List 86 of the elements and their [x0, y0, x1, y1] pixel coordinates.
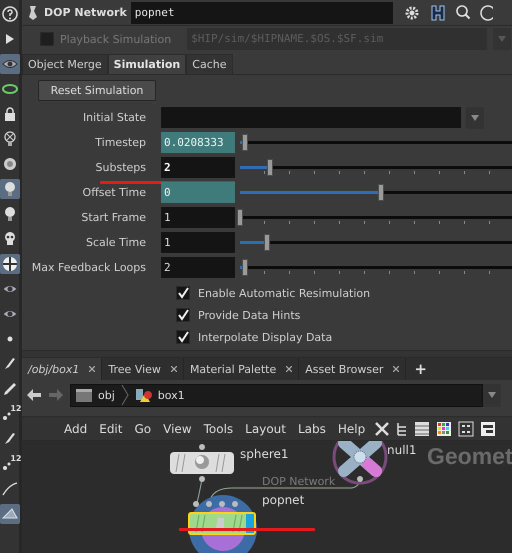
pen-icon[interactable] [2, 381, 18, 397]
menu-field[interactable] [161, 107, 461, 128]
menu-item[interactable]: View [157, 422, 198, 436]
checkbox-label: Enable Automatic Resimulation [198, 286, 370, 300]
menu-item[interactable]: Edit [93, 422, 128, 436]
curve-icon[interactable] [2, 481, 18, 497]
parameter-label: Scale Time [84, 236, 147, 249]
node-type-label: DOP Network [262, 475, 336, 488]
slider-thumb[interactable] [378, 184, 384, 201]
menu-item[interactable]: Layout [239, 422, 292, 436]
close-icon[interactable] [286, 366, 292, 372]
checkbox-label: Interpolate Display Data [198, 330, 332, 344]
back-arrow-icon[interactable] [26, 388, 42, 402]
value-field[interactable]: 2 [161, 157, 235, 178]
count-label: 12 [10, 454, 22, 463]
parameter-label: Offset Time [82, 186, 147, 199]
slider[interactable] [240, 157, 512, 178]
path-crumb[interactable]: obj [98, 388, 115, 402]
slider[interactable] [240, 232, 512, 253]
help-icon[interactable] [2, 6, 18, 22]
menu-item[interactable]: Help [332, 422, 372, 436]
slider[interactable] [240, 257, 512, 278]
slider[interactable] [240, 132, 512, 153]
checkbox[interactable] [176, 308, 190, 322]
parameter-label: Initial State [82, 111, 147, 124]
close-icon[interactable] [393, 366, 400, 372]
context-label: Geomet [427, 443, 512, 470]
tab[interactable]: Object Merge [22, 54, 108, 74]
checkbox[interactable] [176, 286, 190, 300]
path-crumb[interactable]: box1 [158, 388, 185, 402]
value-field[interactable]: 2 [161, 257, 235, 278]
clapperboard-icon [75, 387, 93, 403]
node-name-field[interactable]: popnet [130, 2, 393, 24]
value-field[interactable]: 1 [161, 207, 235, 228]
parameter-label: Substeps [94, 161, 147, 174]
slider[interactable] [240, 207, 512, 228]
node-name: popnet [262, 493, 304, 507]
slider[interactable] [240, 182, 512, 203]
parameter-label: Start Frame [80, 211, 147, 224]
slider-thumb[interactable] [242, 259, 248, 276]
menu-item[interactable]: Add [58, 422, 94, 436]
search-icon[interactable] [454, 4, 471, 22]
ball-icon[interactable] [2, 256, 18, 272]
checkbox-label: Provide Data Hints [198, 308, 300, 322]
slider-thumb[interactable] [264, 234, 270, 251]
grid-view-icon[interactable] [458, 420, 474, 436]
menu-item[interactable]: Go [128, 422, 158, 436]
node-type-label: DOP Network [44, 6, 127, 19]
tree-icon[interactable] [396, 420, 408, 436]
tab[interactable]: Simulation [108, 54, 186, 74]
knob-icon[interactable] [2, 156, 18, 172]
slider-thumb[interactable] [237, 209, 243, 226]
close-icon[interactable] [170, 366, 177, 372]
pane-tab[interactable]: Tree View [108, 362, 161, 376]
tab[interactable]: Cache [186, 54, 232, 74]
pane-tab[interactable]: Asset Browser [305, 362, 384, 376]
value-field[interactable]: 1 [161, 232, 235, 253]
dropdown-arrow-icon[interactable] [488, 392, 496, 398]
value-field[interactable]: 0 [161, 182, 235, 203]
add-tab-button[interactable]: + [414, 360, 427, 378]
parameter-label: Max Feedback Loops [30, 261, 147, 274]
count-label: 12 [10, 404, 22, 413]
node-name: null1 [387, 443, 417, 457]
node-name: sphere1 [240, 447, 289, 461]
checkbox-label: Playback Simulation [60, 32, 172, 46]
pane-tab[interactable]: Material Palette [190, 362, 276, 376]
sphere-node[interactable] [169, 443, 235, 483]
dropdown-arrow-icon[interactable] [471, 114, 479, 120]
reset-simulation-button[interactable]: Reset Simulation [38, 80, 156, 101]
slider-thumb[interactable] [242, 134, 248, 151]
color-grid-icon[interactable] [436, 420, 452, 436]
parameter-label: Timestep [94, 136, 147, 149]
chevron-icon [120, 384, 129, 406]
gear-icon[interactable] [402, 4, 421, 22]
ring-icon[interactable] [2, 81, 18, 97]
menu-item[interactable]: Tools [198, 422, 240, 436]
close-icon[interactable] [89, 366, 96, 372]
h-logo-icon[interactable] [428, 4, 447, 22]
panel-icon[interactable] [480, 420, 496, 436]
value-field[interactable]: 0.0208333 [161, 132, 235, 153]
slider-thumb[interactable] [266, 159, 273, 176]
shapes-icon [134, 387, 153, 403]
bulb-icon[interactable] [2, 131, 18, 147]
menu-item[interactable]: Labs [292, 422, 332, 436]
checkbox[interactable] [176, 330, 190, 344]
list-icon[interactable] [414, 420, 430, 436]
